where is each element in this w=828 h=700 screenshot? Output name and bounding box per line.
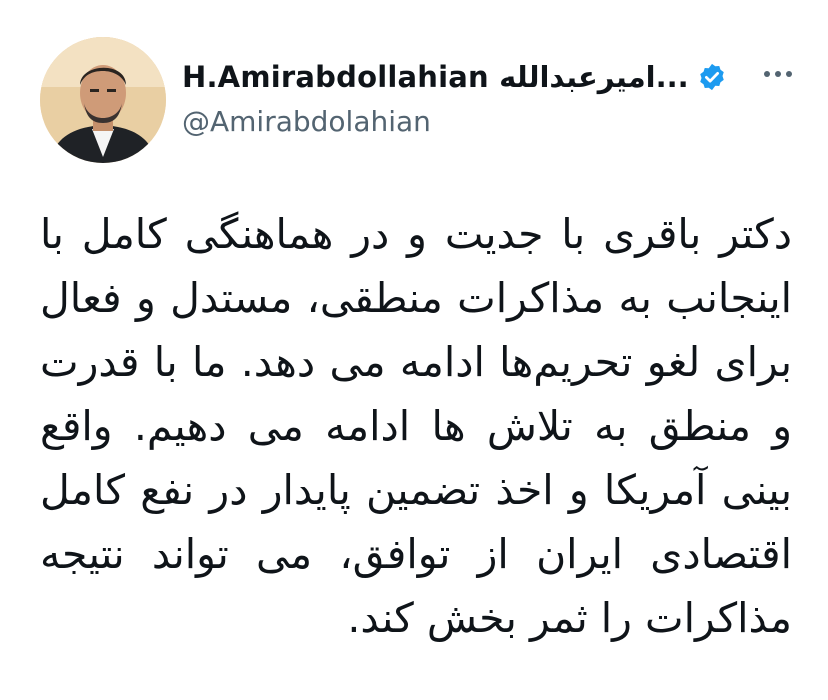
author-avatar[interactable] bbox=[40, 37, 166, 163]
tweet-header: H.Amirabdollahian امیرعبدالله... @Amirab… bbox=[40, 37, 800, 163]
author-handle[interactable]: @Amirabdolahian bbox=[182, 105, 431, 138]
author-display-name[interactable]: H.Amirabdollahian امیرعبدالله... bbox=[182, 60, 689, 94]
ellipsis-icon[interactable] bbox=[756, 59, 800, 89]
author-name-row: H.Amirabdollahian امیرعبدالله... bbox=[182, 55, 782, 99]
portrait-avatar-icon bbox=[40, 37, 166, 163]
tweet-card: H.Amirabdollahian امیرعبدالله... @Amirab… bbox=[0, 0, 828, 700]
verified-badge-icon bbox=[697, 62, 727, 92]
tweet-text: دکتر باقری با جدیت و در هماهنگی کامل با … bbox=[40, 210, 792, 642]
